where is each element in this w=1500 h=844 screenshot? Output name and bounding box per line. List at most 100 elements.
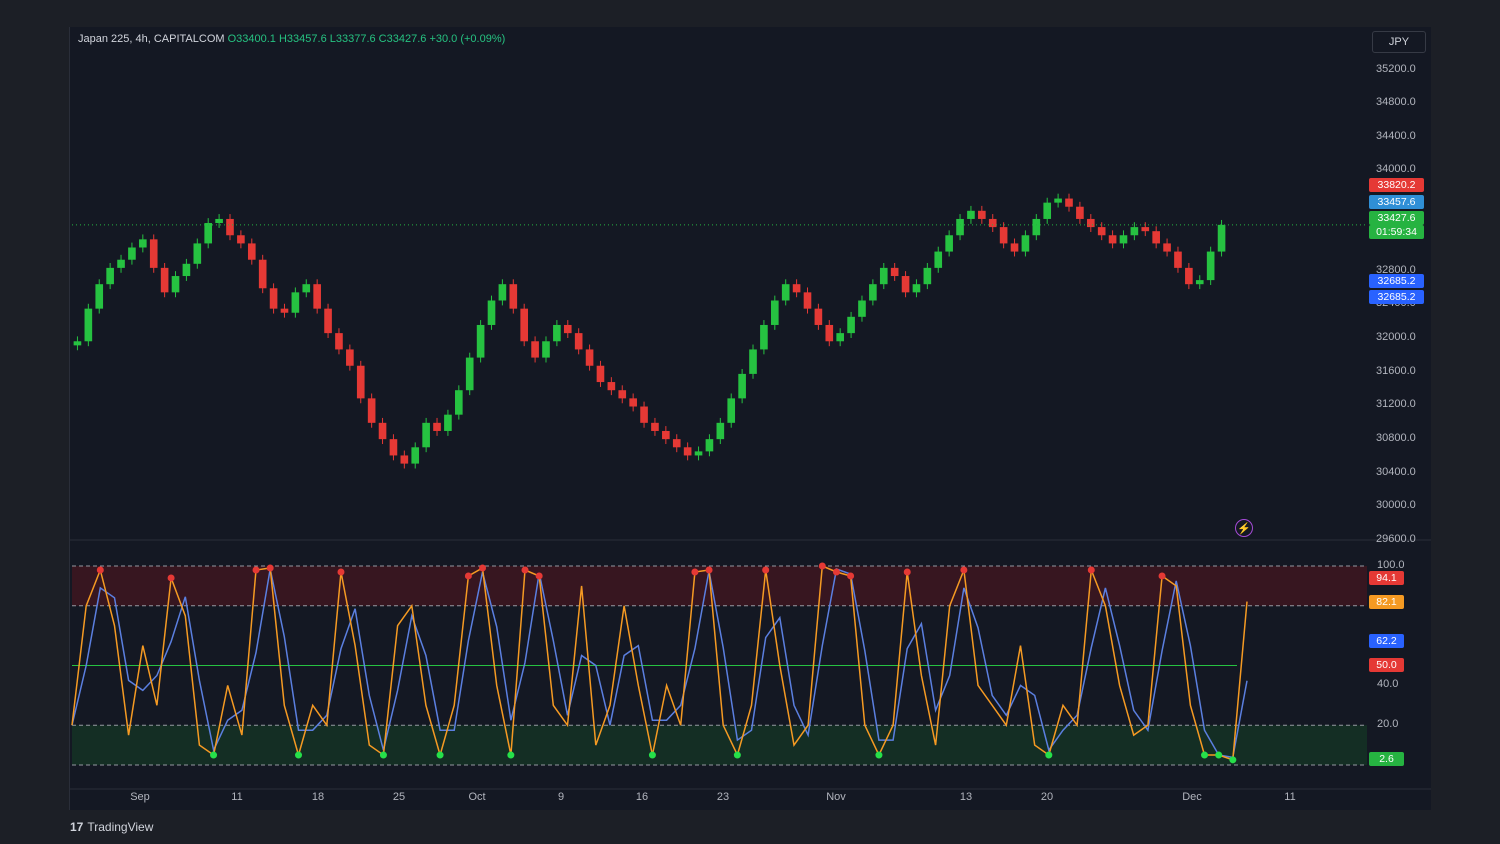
- candle-body: [1021, 235, 1030, 252]
- symbol-legend: Japan 225, 4h, CAPITALCOM O33400.1 H3345…: [78, 33, 505, 45]
- candle-body: [1032, 218, 1041, 236]
- osc-signal-dot: [818, 562, 826, 570]
- price-axis-label: 35200.0: [1376, 63, 1416, 75]
- osc-signal-dot: [464, 572, 472, 580]
- osc-signal-dot: [762, 566, 770, 574]
- candle-body: [978, 210, 986, 219]
- low-price-tag: 32685.2: [1369, 290, 1424, 304]
- osc-mid-tag: 50.0: [1369, 658, 1404, 672]
- candle-body: [128, 247, 136, 260]
- osc-d-tag: 82.1: [1369, 595, 1404, 609]
- osc-signal-dot: [167, 574, 175, 582]
- candle-body: [356, 365, 365, 399]
- osc-signal-dot: [521, 566, 529, 574]
- candle-body: [651, 422, 659, 431]
- osc-signal-dot: [733, 751, 741, 759]
- osc-signal-dot: [252, 566, 260, 574]
- osc-signal-dot: [847, 572, 855, 580]
- candle-body: [269, 288, 278, 309]
- candle-body: [738, 373, 746, 399]
- candle-body: [346, 349, 354, 366]
- lightning-icon[interactable]: ⚡: [1235, 519, 1253, 537]
- candle-body: [422, 422, 430, 448]
- candle-body: [662, 430, 670, 440]
- x-tick: 16: [635, 791, 649, 803]
- candle-body: [1065, 198, 1073, 207]
- x-tick: Sep: [130, 791, 150, 803]
- chart-frame[interactable]: [69, 27, 1431, 810]
- candle-body: [640, 406, 648, 423]
- x-tick: 11: [231, 791, 243, 803]
- candle-body: [879, 267, 888, 285]
- candle-body: [574, 333, 583, 350]
- candle-body: [585, 349, 594, 366]
- osc-signal-dot: [832, 568, 840, 576]
- candle-body: [672, 439, 681, 448]
- osc-signal-dot: [535, 572, 543, 580]
- candle-body: [247, 243, 256, 260]
- ohlc-values: O33400.1 H33457.6 L33377.6 C33427.6 +30.…: [227, 33, 506, 45]
- candle-body: [716, 422, 725, 440]
- x-tick: 11: [1284, 791, 1296, 803]
- osc-k-tag: 94.1: [1369, 571, 1404, 585]
- x-tick: 25: [392, 791, 406, 803]
- candle-body: [324, 308, 332, 334]
- candle-body: [400, 455, 409, 464]
- chart-canvas[interactable]: [70, 27, 1431, 810]
- price-axis-label: 34400.0: [1376, 130, 1416, 142]
- candle-body: [1130, 227, 1139, 236]
- candle-body: [563, 324, 572, 334]
- candle-body: [476, 324, 485, 358]
- price-axis-label: 31600.0: [1376, 365, 1416, 377]
- x-tick: 9: [557, 791, 565, 803]
- candle-body: [683, 447, 692, 456]
- candle-body: [1086, 218, 1095, 228]
- last-price-tag: 33427.6: [1369, 211, 1424, 225]
- candle-body: [1043, 202, 1052, 219]
- osc-signal-dot: [96, 566, 104, 574]
- candle-body: [792, 284, 801, 293]
- currency-selector[interactable]: JPY: [1372, 31, 1426, 53]
- candle-body: [215, 218, 223, 224]
- candle-body: [901, 276, 910, 293]
- tradingview-logo[interactable]: 17 TradingView: [70, 820, 153, 834]
- candle-body: [378, 422, 387, 440]
- candle-body: [727, 398, 736, 423]
- tradingview-mark-icon: 17: [70, 820, 84, 834]
- osc-axis-label: 20.0: [1377, 718, 1399, 730]
- osc-low-tag: 2.6: [1369, 752, 1404, 766]
- x-tick: 20: [1040, 791, 1054, 803]
- candle-body: [1141, 227, 1150, 232]
- osc-signal-dot: [479, 564, 487, 572]
- candle-body: [411, 447, 420, 464]
- candle-body: [226, 218, 234, 236]
- price-axis-label: 29600.0: [1376, 533, 1416, 545]
- osc-signal-dot: [1201, 751, 1209, 759]
- candle-body: [988, 218, 997, 228]
- candle-body: [84, 308, 93, 342]
- candle-body: [335, 333, 343, 350]
- candle-body: [1195, 280, 1204, 285]
- candle-body: [498, 284, 507, 301]
- candle-body: [596, 365, 605, 383]
- candle-body: [204, 223, 213, 244]
- candle-body: [313, 284, 321, 309]
- candle-body: [923, 267, 932, 285]
- candle-body: [149, 239, 158, 268]
- price-axis-label: 34800.0: [1376, 96, 1416, 108]
- candle-body: [291, 292, 300, 313]
- candle-body: [1097, 227, 1106, 236]
- candle-body: [160, 267, 169, 293]
- candle-body: [781, 284, 790, 301]
- candle-body: [520, 308, 529, 342]
- candle-body: [945, 235, 953, 252]
- candle-body: [389, 439, 398, 456]
- candle-body: [934, 251, 943, 268]
- osc-signal-dot: [210, 751, 218, 759]
- candle-body: [1076, 206, 1084, 219]
- osc-axis-label: 100.0: [1377, 559, 1405, 571]
- candle-body: [1163, 243, 1171, 252]
- candle-body: [367, 398, 376, 423]
- candle-body: [542, 341, 550, 358]
- price-axis-label: 31200.0: [1376, 398, 1416, 410]
